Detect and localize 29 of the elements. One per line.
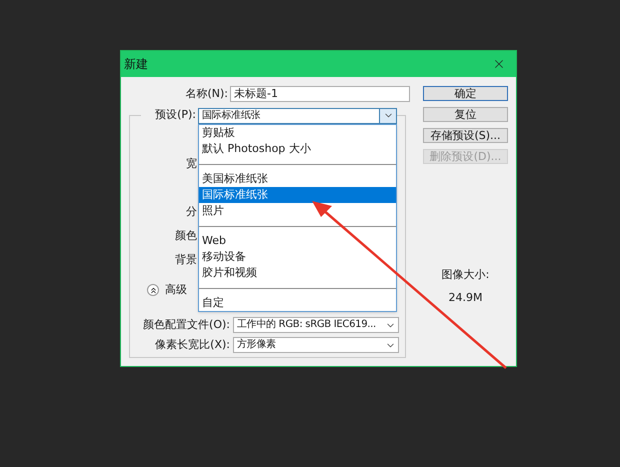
dialog-button[interactable]: 确定 bbox=[423, 86, 508, 101]
image-size-label: 图像大小: bbox=[442, 267, 490, 283]
window-title: 新建 bbox=[124, 56, 148, 73]
pixel-aspect-label: 像素长宽比(X): bbox=[154, 337, 231, 353]
dialog-button[interactable]: 存储预设(S)... bbox=[423, 128, 508, 143]
advanced-toggle[interactable] bbox=[147, 284, 159, 296]
name-label: 名称(N): bbox=[184, 86, 229, 102]
dropdown-item[interactable]: 照片 bbox=[199, 203, 396, 219]
chevrons-up-icon bbox=[148, 286, 158, 295]
dropdown-item[interactable]: Web bbox=[199, 233, 396, 249]
dropdown-item[interactable]: 胶片和视频 bbox=[199, 265, 396, 281]
dropdown-item[interactable]: 默认 Photoshop 大小 bbox=[199, 141, 396, 157]
name-field[interactable]: 未标题-1 bbox=[230, 86, 410, 102]
dropdown-item[interactable]: 剪贴板 bbox=[199, 125, 396, 141]
color-profile-select[interactable]: 工作中的 RGB: sRGB IEC619... bbox=[233, 317, 399, 334]
advanced-label: 高级 bbox=[165, 282, 187, 298]
dropdown-item[interactable]: 美国标准纸张 bbox=[199, 171, 396, 187]
field-label: 宽 bbox=[186, 157, 197, 171]
dropdown-item[interactable]: 自定 bbox=[199, 295, 396, 311]
color-profile-label: 颜色配置文件(O): bbox=[142, 317, 231, 333]
preset-select[interactable]: 国际标准纸张 bbox=[198, 108, 397, 124]
dialog-button[interactable]: 复位 bbox=[423, 107, 508, 122]
image-size-value: 24.9M bbox=[448, 290, 482, 306]
pixel-aspect-select[interactable]: 方形像素 bbox=[233, 337, 399, 354]
dropdown-item[interactable]: 国际标准纸张 bbox=[199, 187, 396, 203]
field-label: 背景 bbox=[175, 253, 197, 267]
field-label: 分 bbox=[186, 205, 197, 219]
dropdown-item[interactable]: 移动设备 bbox=[199, 249, 396, 265]
field-label: 颜色 bbox=[175, 229, 197, 243]
